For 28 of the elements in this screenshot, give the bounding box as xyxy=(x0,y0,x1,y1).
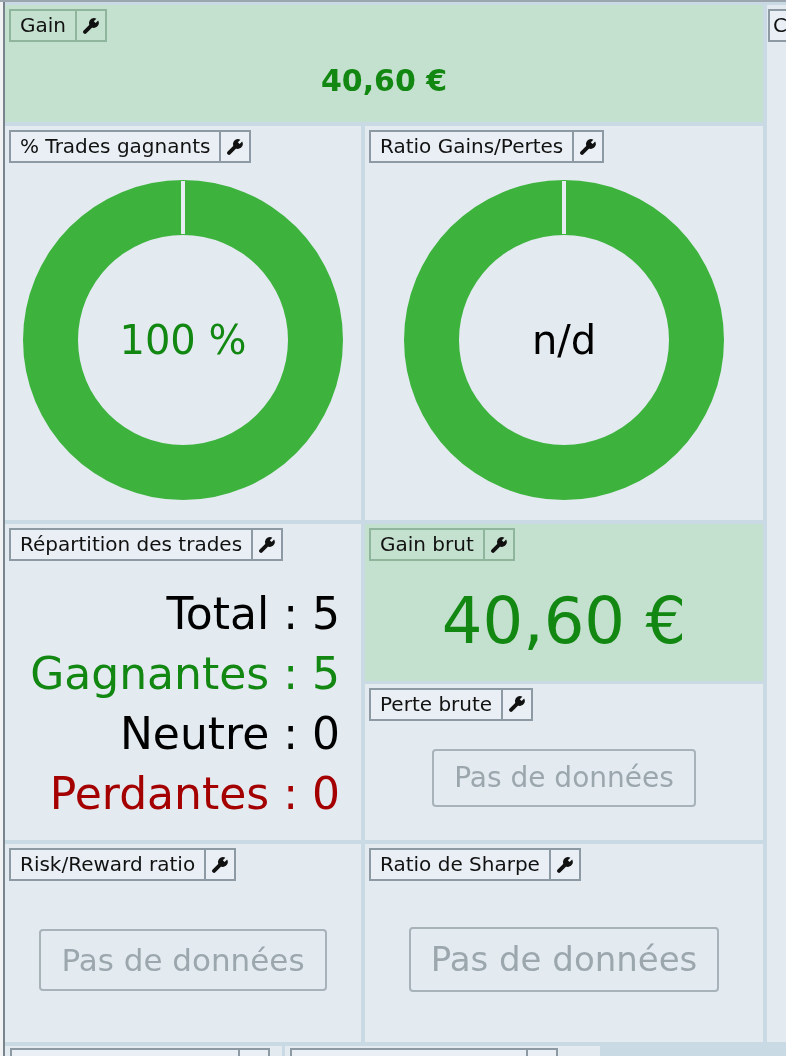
trade-count: Total : 5 xyxy=(166,586,340,641)
panel-title: Risk/Reward ratio xyxy=(19,851,197,878)
panel-title: Ratio Gains/Pertes xyxy=(379,133,565,160)
wrench-icon xyxy=(490,536,507,553)
wrench-icon xyxy=(509,696,526,712)
trade-count: Perdantes : 0 xyxy=(49,766,340,821)
no-data-message: Pas de données xyxy=(39,928,327,991)
wrench-icon xyxy=(580,138,597,155)
amount-value: 40,60 € xyxy=(441,582,687,659)
gauge-value: n/d xyxy=(531,316,597,363)
wrench-icon xyxy=(227,138,244,155)
wrench-icon xyxy=(83,17,99,34)
panel-title: C xyxy=(772,12,786,39)
trade-count: Neutre : 0 xyxy=(119,706,340,761)
panel-title: % Trades gagnants xyxy=(19,133,212,160)
wrench-icon xyxy=(259,536,276,553)
amount-value: 40,60 € xyxy=(320,62,448,98)
panel-title: Perte brute xyxy=(379,690,494,718)
no-data-message: Pas de données xyxy=(408,927,720,992)
wrench-icon xyxy=(212,856,229,873)
wrench-icon xyxy=(556,856,573,873)
panel-title: Répartition des trades xyxy=(19,531,244,558)
panel-title: Gain brut xyxy=(379,531,475,558)
panel-title: Ratio de Sharpe xyxy=(379,851,541,878)
gauge-value: 100 % xyxy=(119,316,247,363)
panel-title: Gain xyxy=(19,12,67,39)
trade-count: Gagnantes : 5 xyxy=(30,646,340,701)
no-data-message: Pas de données xyxy=(432,749,696,808)
